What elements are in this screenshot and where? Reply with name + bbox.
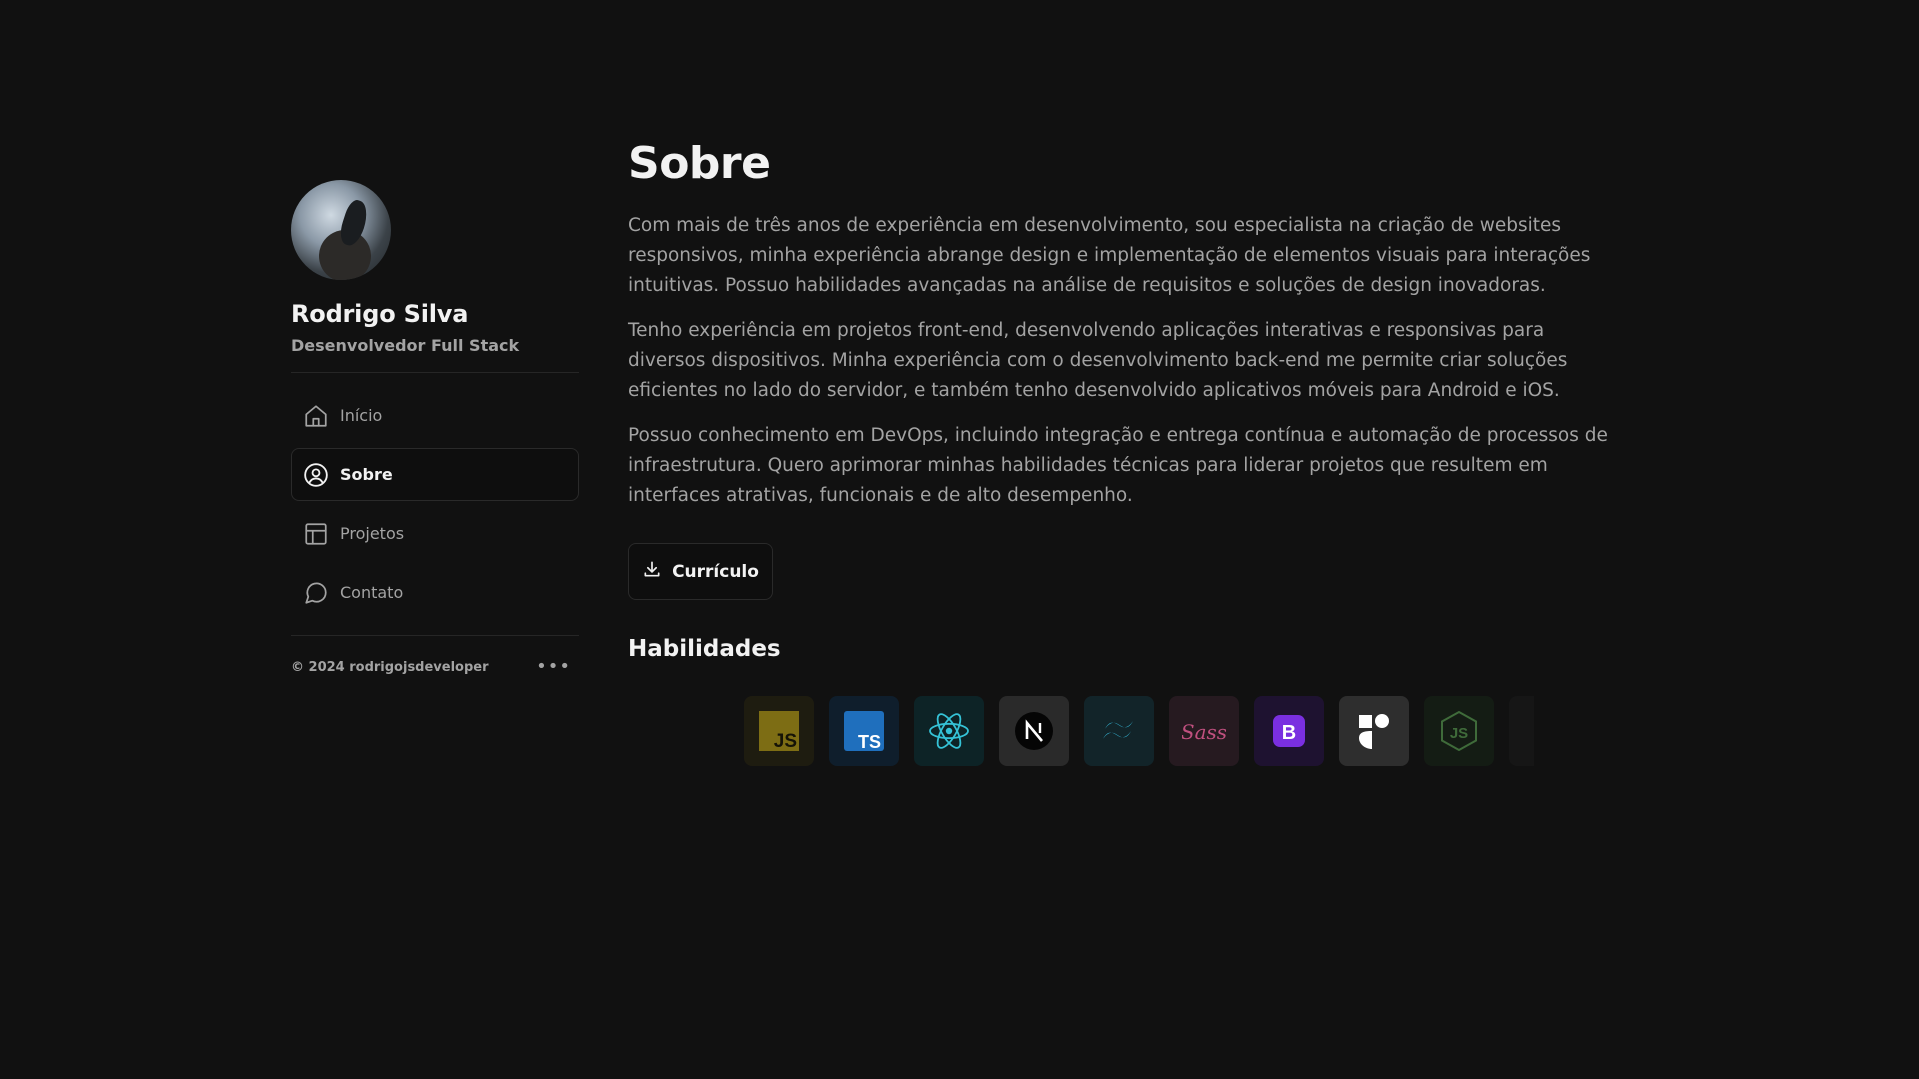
profile-name: Rodrigo Silva [291, 300, 469, 328]
divider [291, 635, 579, 636]
download-cv-button[interactable]: Currículo [628, 543, 773, 600]
tailwind-icon [1084, 696, 1154, 766]
about-paragraph: Tenho experiência em projetos front-end,… [628, 320, 1568, 401]
user-circle-icon [303, 462, 329, 488]
typescript-icon: TS [829, 696, 899, 766]
about-text: Com mais de três anos de experiência em … [628, 211, 1618, 511]
nav-item-inicio[interactable]: Início [291, 389, 579, 442]
nav-item-label: Contato [340, 583, 404, 602]
skills-carousel[interactable]: JS TS Sass B JS [744, 696, 1534, 766]
framer-icon [1339, 696, 1409, 766]
svg-text:TS: TS [858, 732, 881, 752]
svg-text:Sass: Sass [1182, 720, 1226, 744]
javascript-icon: JS [744, 696, 814, 766]
svg-text:JS: JS [1450, 725, 1468, 742]
nav-item-projetos[interactable]: Projetos [291, 507, 579, 560]
main-content: Sobre Com mais de três anos de experiênc… [628, 138, 1618, 766]
nav-item-contato[interactable]: Contato [291, 566, 579, 619]
divider [291, 372, 579, 373]
sidebar: Rodrigo Silva Desenvolvedor Full Stack I… [291, 180, 579, 676]
page-title: Sobre [628, 138, 771, 189]
download-icon [642, 559, 662, 584]
react-icon [914, 696, 984, 766]
layout-icon [303, 521, 329, 547]
profile-role: Desenvolvedor Full Stack [291, 336, 520, 355]
nodejs-icon: JS [1424, 696, 1494, 766]
skills-title: Habilidades [628, 636, 781, 662]
more-horizontal-icon[interactable]: ••• [536, 658, 571, 676]
download-cv-label: Currículo [672, 561, 759, 582]
about-paragraph: Possuo conhecimento em DevOps, incluindo… [628, 425, 1608, 506]
sass-icon: Sass [1169, 696, 1239, 766]
sidebar-footer: © 2024 rodrigojsdeveloper ••• [291, 658, 579, 676]
nav: Início Sobre Projetos Contato [291, 389, 579, 619]
nav-item-label: Início [340, 406, 383, 425]
nav-item-label: Projetos [340, 524, 405, 543]
about-paragraph: Com mais de três anos de experiência em … [628, 215, 1591, 296]
nav-item-label: Sobre [340, 465, 393, 484]
svg-text:B: B [1282, 722, 1296, 744]
message-circle-icon [303, 580, 329, 606]
bootstrap-icon: B [1254, 696, 1324, 766]
copyright: © 2024 rodrigojsdeveloper [291, 659, 489, 675]
more-skill-icon [1509, 696, 1534, 766]
avatar [291, 180, 391, 280]
nav-item-sobre[interactable]: Sobre [291, 448, 579, 501]
nextjs-icon [999, 696, 1069, 766]
svg-text:JS: JS [774, 731, 797, 752]
home-icon [303, 403, 329, 429]
